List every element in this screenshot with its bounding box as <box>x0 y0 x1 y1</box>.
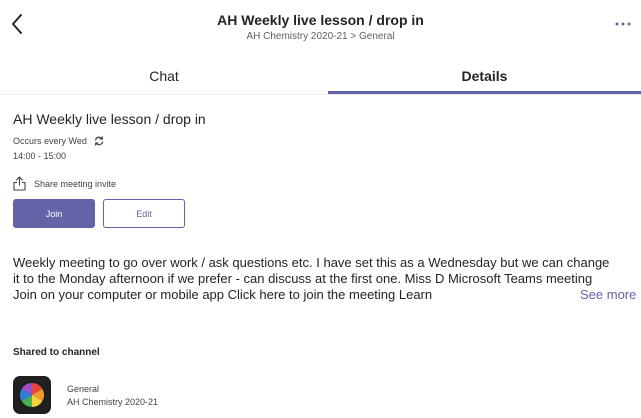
channel-name: General <box>67 383 100 394</box>
tab-chat[interactable]: Chat <box>0 57 328 94</box>
share-icon <box>13 176 26 191</box>
header: AH Weekly live lesson / drop in AH Chemi… <box>0 0 641 48</box>
more-options-button[interactable] <box>611 14 635 34</box>
channel-text: General AH Chemistry 2020-21 <box>67 384 158 407</box>
channel-team-name: AH Chemistry 2020-21 <box>67 396 159 407</box>
tab-bar: Chat Details <box>0 57 641 94</box>
channel-avatar <box>13 376 51 414</box>
team-color-wheel-icon <box>19 383 45 407</box>
edit-button[interactable]: Edit <box>103 199 185 228</box>
see-more-link[interactable]: See more <box>566 287 637 303</box>
recurrence-row: Occurs every Wed <box>13 135 105 147</box>
tab-divider <box>0 94 641 95</box>
share-meeting-invite-label: Share meeting invite <box>34 178 117 189</box>
meeting-time: 14:00 - 15:00 <box>13 151 67 161</box>
shared-to-channel-heading: Shared to channel <box>13 347 100 358</box>
meeting-title: AH Weekly live lesson / drop in <box>13 111 206 127</box>
recurring-icon <box>94 136 103 146</box>
share-meeting-invite[interactable]: Share meeting invite <box>13 176 116 191</box>
breadcrumb: AH Chemistry 2020-21 > General <box>246 31 395 42</box>
more-horizontal-icon <box>615 22 631 26</box>
shared-channel-item[interactable]: General AH Chemistry 2020-21 <box>13 376 158 414</box>
join-button[interactable]: Join <box>13 199 95 228</box>
page-title: AH Weekly live lesson / drop in <box>217 12 424 28</box>
recurrence-text: Occurs every Wed <box>13 136 87 146</box>
tab-details[interactable]: Details <box>328 57 641 94</box>
meeting-description: Weekly meeting to go over work / ask que… <box>13 255 610 302</box>
